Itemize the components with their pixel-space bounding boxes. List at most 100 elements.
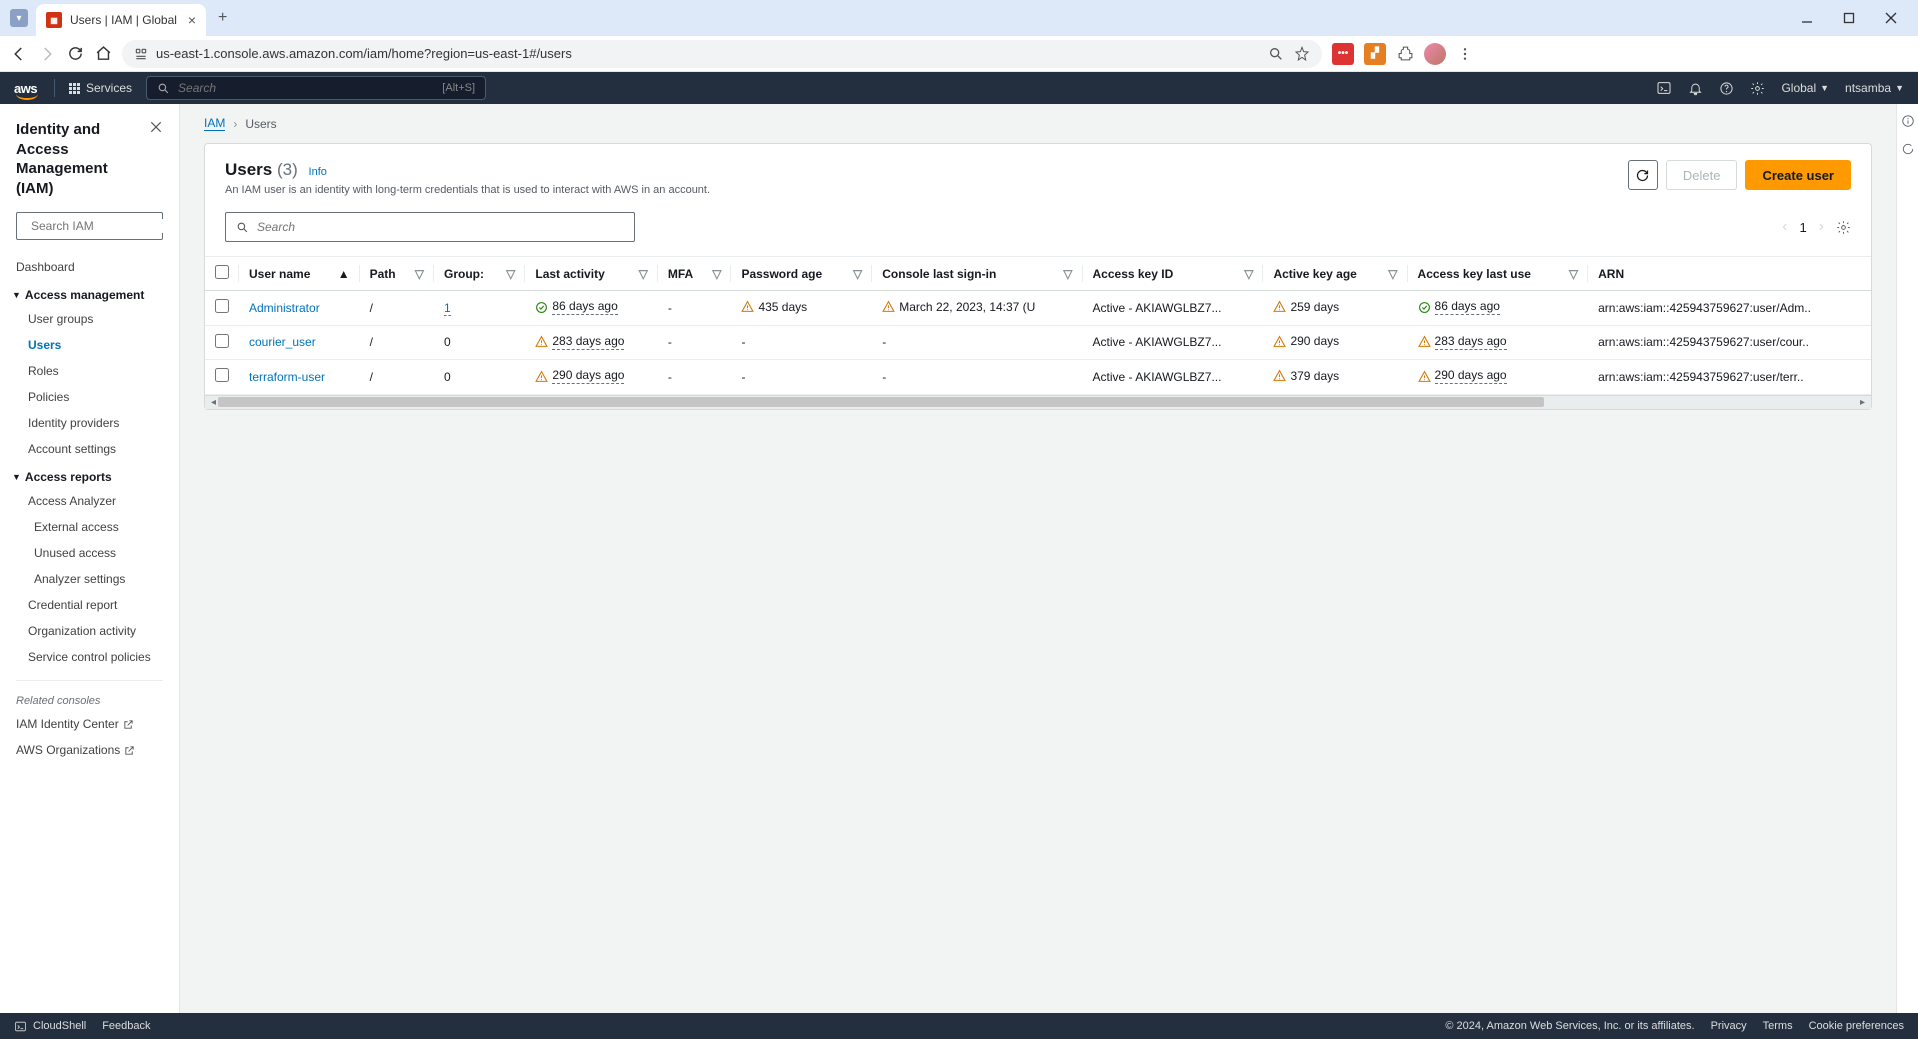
footer-terms[interactable]: Terms xyxy=(1763,1020,1793,1032)
sidebar-section-access-management[interactable]: ▼Access management xyxy=(0,280,179,306)
users-table: User name▲ Path▽ Group:▽ Last activity▽ … xyxy=(205,256,1871,395)
sidebar-item-policies[interactable]: Policies xyxy=(0,384,179,410)
browser-menu-icon[interactable] xyxy=(1456,45,1474,63)
browser-tab[interactable]: ▦ Users | IAM | Global × xyxy=(36,4,206,36)
sidebar-item-access-analyzer[interactable]: Access Analyzer xyxy=(0,488,179,514)
breadcrumb-root[interactable]: IAM xyxy=(204,116,225,131)
nav-forward-icon[interactable] xyxy=(38,45,56,63)
sidebar-close-icon[interactable] xyxy=(149,120,163,134)
sidebar-item-roles[interactable]: Roles xyxy=(0,358,179,384)
tab-list-dropdown[interactable]: ▾ xyxy=(10,9,28,27)
window-close-icon[interactable] xyxy=(1884,11,1898,25)
cell-arn: arn:aws:iam::425943759627:user/terr.. xyxy=(1588,360,1871,395)
tab-close-icon[interactable]: × xyxy=(188,12,196,28)
col-last-activity[interactable]: Last activity▽ xyxy=(525,257,657,291)
row-checkbox[interactable] xyxy=(215,299,229,313)
scrollbar-thumb[interactable] xyxy=(218,397,1544,407)
footer-feedback[interactable]: Feedback xyxy=(102,1020,150,1032)
account-menu[interactable]: ntsamba ▼ xyxy=(1845,81,1904,95)
sidebar-item-service-control-policies[interactable]: Service control policies xyxy=(0,644,179,670)
extension-icon-1[interactable]: ••• xyxy=(1332,43,1354,65)
url-bar[interactable]: us-east-1.console.aws.amazon.com/iam/hom… xyxy=(122,40,1322,68)
horizontal-scrollbar[interactable]: ◂ ▸ xyxy=(205,395,1871,409)
sidebar-item-users[interactable]: Users xyxy=(0,332,179,358)
col-console-signin[interactable]: Console last sign-in▽ xyxy=(872,257,1082,291)
groups-link[interactable]: 1 xyxy=(444,301,451,316)
footer-cookies[interactable]: Cookie preferences xyxy=(1809,1020,1904,1032)
profile-avatar-icon[interactable] xyxy=(1424,43,1446,65)
col-password-age[interactable]: Password age▽ xyxy=(731,257,872,291)
sidebar-search-input[interactable] xyxy=(31,219,180,233)
scroll-right-icon[interactable]: ▸ xyxy=(1858,397,1867,408)
new-tab-button[interactable]: + xyxy=(218,9,227,27)
cloudshell-icon xyxy=(14,1020,27,1033)
select-all-checkbox[interactable] xyxy=(215,265,229,279)
cell-active-key-age: 379 days xyxy=(1263,360,1407,395)
nav-reload-icon[interactable] xyxy=(66,45,84,63)
cloudshell-icon[interactable] xyxy=(1656,80,1672,96)
sidebar-item-analyzer-settings[interactable]: Analyzer settings xyxy=(0,566,179,592)
extension-icon-2[interactable]: ▞ xyxy=(1364,43,1386,65)
col-path[interactable]: Path▽ xyxy=(360,257,434,291)
window-minimize-icon[interactable] xyxy=(1800,11,1814,25)
sidebar-search[interactable] xyxy=(16,212,163,240)
table-search-input[interactable] xyxy=(257,220,624,234)
page-next-icon[interactable]: › xyxy=(1819,218,1824,236)
refresh-panel-icon[interactable] xyxy=(1901,142,1915,156)
col-arn[interactable]: ARN xyxy=(1588,257,1871,291)
window-maximize-icon[interactable] xyxy=(1842,11,1856,25)
sidebar-item-external-access[interactable]: External access xyxy=(0,514,179,540)
delete-button[interactable]: Delete xyxy=(1666,160,1738,190)
sidebar-item-credential-report[interactable]: Credential report xyxy=(0,592,179,618)
user-link[interactable]: terraform-user xyxy=(249,370,325,384)
sidebar-item-iam-identity-center[interactable]: IAM Identity Center xyxy=(0,711,179,737)
site-settings-icon[interactable] xyxy=(134,47,148,61)
extensions-icon[interactable] xyxy=(1396,45,1414,63)
refresh-button[interactable] xyxy=(1628,160,1658,190)
sidebar-item-account-settings[interactable]: Account settings xyxy=(0,436,179,462)
sidebar-section-access-reports[interactable]: ▼Access reports xyxy=(0,462,179,488)
user-link[interactable]: courier_user xyxy=(249,335,316,349)
aws-global-search[interactable]: [Alt+S] xyxy=(146,76,486,100)
settings-icon[interactable] xyxy=(1750,81,1765,96)
row-checkbox[interactable] xyxy=(215,368,229,382)
sidebar-item-identity-providers[interactable]: Identity providers xyxy=(0,410,179,436)
help-icon[interactable] xyxy=(1719,81,1734,96)
col-active-key-age[interactable]: Active key age▽ xyxy=(1263,257,1407,291)
scroll-left-icon[interactable]: ◂ xyxy=(209,397,218,408)
sidebar-item-dashboard[interactable]: Dashboard xyxy=(0,254,179,280)
region-selector[interactable]: Global ▼ xyxy=(1781,81,1829,95)
footer-privacy[interactable]: Privacy xyxy=(1711,1020,1747,1032)
aws-services-menu[interactable]: Services xyxy=(69,81,132,95)
aws-search-input[interactable] xyxy=(178,81,434,95)
table-search[interactable] xyxy=(225,212,635,242)
aws-logo[interactable]: aws xyxy=(14,81,40,95)
col-access-key-id[interactable]: Access key ID▽ xyxy=(1083,257,1264,291)
zoom-icon[interactable] xyxy=(1268,46,1284,62)
external-link-icon xyxy=(123,719,134,730)
nav-home-icon[interactable] xyxy=(94,45,112,63)
sidebar-item-organization-activity[interactable]: Organization activity xyxy=(0,618,179,644)
users-panel: Users (3) Info An IAM user is an identit… xyxy=(204,143,1872,410)
footer-cloudshell[interactable]: CloudShell xyxy=(14,1020,86,1033)
col-mfa[interactable]: MFA▽ xyxy=(658,257,732,291)
user-link[interactable]: Administrator xyxy=(249,301,320,315)
sidebar-item-unused-access[interactable]: Unused access xyxy=(0,540,179,566)
sidebar-item-user-groups[interactable]: User groups xyxy=(0,306,179,332)
bookmark-star-icon[interactable] xyxy=(1294,46,1310,62)
col-user-name[interactable]: User name▲ xyxy=(239,257,360,291)
table-preferences-icon[interactable] xyxy=(1836,220,1851,235)
url-text: us-east-1.console.aws.amazon.com/iam/hom… xyxy=(156,46,572,61)
row-checkbox[interactable] xyxy=(215,334,229,348)
sidebar-item-aws-organizations[interactable]: AWS Organizations xyxy=(0,737,179,763)
notifications-icon[interactable] xyxy=(1688,81,1703,96)
page-prev-icon[interactable]: ‹ xyxy=(1782,218,1787,236)
col-groups[interactable]: Group:▽ xyxy=(434,257,525,291)
search-icon xyxy=(236,221,249,234)
col-access-key-last-used[interactable]: Access key last use▽ xyxy=(1408,257,1589,291)
info-panel-icon[interactable] xyxy=(1901,114,1915,128)
info-link[interactable]: Info xyxy=(309,166,327,178)
nav-back-icon[interactable] xyxy=(10,45,28,63)
cell-path: / xyxy=(360,291,434,326)
create-user-button[interactable]: Create user xyxy=(1745,160,1851,190)
